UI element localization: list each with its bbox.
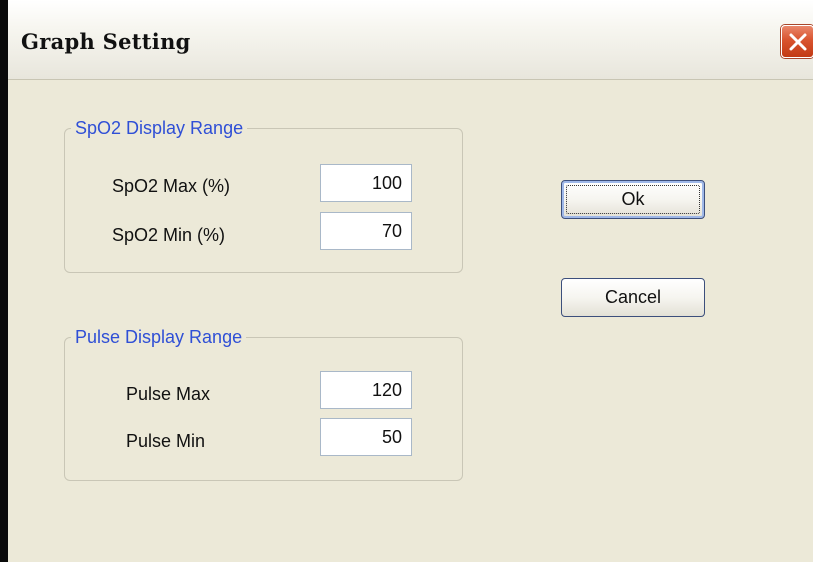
pulse-max-input[interactable]: 120 [320, 371, 412, 409]
close-icon [789, 33, 807, 51]
spo2-min-label: SpO2 Min (%) [112, 225, 226, 245]
pulse-min-label: Pulse Min [126, 431, 206, 451]
spo2-max-label: SpO2 Max (%) [112, 176, 231, 196]
cancel-button-label: Cancel [604, 287, 662, 307]
ok-focus-ring [566, 185, 700, 214]
close-button[interactable] [781, 25, 813, 58]
cancel-button[interactable]: Cancel [561, 278, 705, 317]
dialog-body: SpO2 Display Range SpO2 Max (%) 100 SpO2… [8, 80, 813, 562]
pulse-max-label: Pulse Max [126, 384, 211, 404]
title-bar[interactable]: Graph Setting [8, 0, 813, 80]
window-title: Graph Setting [21, 29, 191, 54]
spo2-min-input[interactable]: 70 [320, 212, 412, 250]
pulse-min-input[interactable]: 50 [320, 418, 412, 456]
ok-button[interactable]: Ok [561, 180, 705, 219]
pulse-group-title: Pulse Display Range [71, 326, 247, 348]
window-left-edge [0, 0, 8, 562]
spo2-group-title: SpO2 Display Range [71, 117, 248, 139]
pulse-display-range-group: Pulse Display Range [64, 326, 463, 481]
spo2-max-input[interactable]: 100 [320, 164, 412, 202]
graph-setting-dialog: Graph Setting SpO2 Display Range SpO2 Ma… [0, 0, 813, 562]
